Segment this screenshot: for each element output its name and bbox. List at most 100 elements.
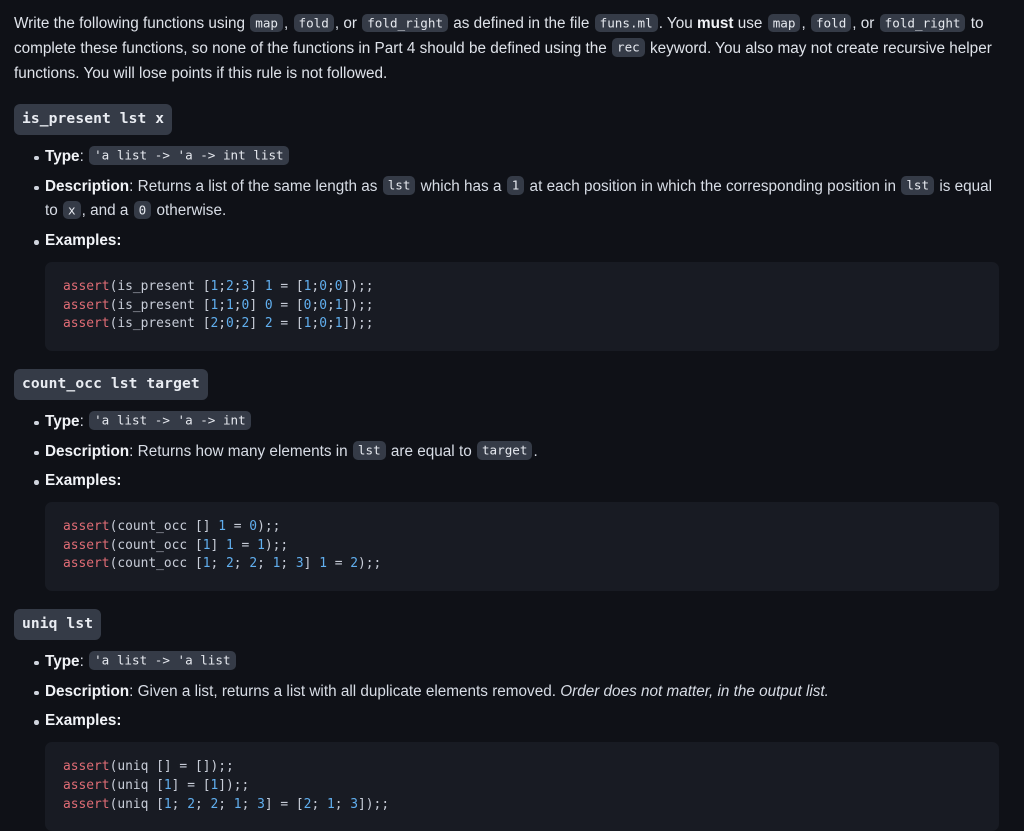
- code-token-pl: ;: [233, 556, 250, 572]
- code-token-num: 2: [350, 556, 359, 572]
- code-token-pl: ]);;: [342, 279, 374, 294]
- inline-code-chip: fold_right: [879, 13, 966, 32]
- code-token-pl: ;: [171, 796, 188, 812]
- code-token-fn: assert: [63, 316, 110, 332]
- code-token-pl: ] = [: [264, 796, 304, 812]
- code-token-fn: assert: [63, 537, 110, 553]
- code-token-pl: (is_present [: [109, 316, 211, 332]
- type-signature-chip: 'a list -> 'a -> int: [89, 411, 251, 430]
- code-token-pl: ;: [233, 297, 242, 313]
- code-token-fn: assert: [63, 279, 110, 294]
- code-line: assert(uniq [] = []);;: [63, 758, 981, 777]
- code-token-pl: (uniq [] = []);;: [109, 759, 234, 775]
- code-token-pl: ;: [334, 796, 351, 812]
- code-token-num: 2: [264, 316, 273, 332]
- code-token-fn: assert: [63, 759, 110, 775]
- code-token-pl: );;: [358, 556, 382, 572]
- code-token-pl: ;: [194, 796, 211, 812]
- code-token-pl: ;: [218, 796, 234, 812]
- function-spec: uniq lst Type: 'a list -> 'a list Descript…: [14, 609, 1008, 831]
- code-token-pl: ;: [257, 556, 273, 572]
- type-signature-chip: 'a list -> 'a -> int list: [89, 146, 289, 165]
- examples-label: Examples:: [45, 472, 122, 490]
- function-signature-chip: is_present lst x: [14, 104, 173, 135]
- code-line: assert(is_present [1;2;3] 1 = [1;0;0]);;: [63, 278, 981, 297]
- code-token-pl: ]: [210, 537, 227, 553]
- code-token-fn: assert: [63, 777, 110, 793]
- inline-code-chip: map: [767, 13, 801, 32]
- code-token-num: 1: [226, 537, 234, 553]
- code-token-num: 3: [257, 796, 265, 812]
- text-run: . You: [658, 15, 697, 32]
- examples-label: Examples:: [45, 712, 122, 730]
- inline-code-chip: lst: [352, 441, 386, 460]
- code-token-pl: ]);;: [218, 777, 250, 793]
- code-token-pl: (is_present [: [109, 297, 211, 313]
- code-token-pl: );;: [264, 537, 289, 553]
- text-run: are equal to: [386, 442, 476, 460]
- function-signature-header: count_occ lst target: [14, 369, 1008, 400]
- code-token-num: 1: [163, 777, 172, 793]
- function-signature-chip: uniq lst: [14, 609, 102, 640]
- code-line: assert(count_occ [1; 2; 2; 1; 3] 1 = 2);…: [63, 555, 981, 574]
- function-spec-list: is_present lst x Type: 'a list -> 'a -> i…: [14, 104, 1008, 831]
- inline-code-chip: lst: [382, 176, 416, 195]
- code-token-num: 0: [319, 297, 327, 313]
- function-signature-header: uniq lst: [14, 609, 1008, 640]
- inline-code-chip: rec: [611, 38, 645, 57]
- spec-label: Description: [45, 682, 130, 700]
- code-token-pl: ]);;: [358, 796, 390, 812]
- code-token-num: 1: [233, 796, 242, 812]
- code-token-pl: (is_present [: [109, 279, 211, 294]
- code-token-pl: ;: [311, 796, 327, 812]
- examples-label: Examples:: [45, 232, 122, 250]
- code-token-num: 2: [249, 556, 258, 572]
- intro-paragraph: Write the following functions using map,…: [14, 12, 1008, 86]
- code-token-pl: (uniq [: [109, 777, 164, 793]
- type-label: Type: [45, 147, 80, 165]
- emphasis-text: must: [696, 15, 734, 32]
- text-run: : Given a list, returns a list with all …: [129, 682, 561, 700]
- code-token-pl: ;: [326, 279, 335, 294]
- text-run: , and a: [81, 202, 133, 220]
- type-label: Type: [45, 412, 80, 430]
- code-line: assert(is_present [1;1;0] 0 = [0;0;1]);;: [63, 297, 981, 316]
- text-run: .: [533, 442, 538, 460]
- inline-code-chip: 0: [133, 200, 152, 220]
- code-token-pl: ]: [303, 556, 320, 572]
- code-token-num: 2: [187, 796, 195, 812]
- function-signature-chip: count_occ lst target: [14, 369, 208, 400]
- code-line: assert(is_present [2;0;2] 2 = [1;0;1]);;: [63, 315, 981, 334]
- code-token-num: 1: [264, 279, 273, 294]
- spec-description-item: Description: Given a list, returns a lis…: [14, 680, 1007, 705]
- spec-type-item: Type: 'a list -> 'a list: [14, 650, 1007, 675]
- code-line: assert(count_occ [] 1 = 0);;: [63, 518, 981, 537]
- code-token-fn: assert: [63, 297, 110, 313]
- code-token-fn: assert: [63, 556, 110, 572]
- spec-description-item: Description: Returns a list of the same …: [14, 175, 1007, 225]
- code-token-pl: =: [226, 519, 250, 535]
- example-code-block: assert(count_occ [] 1 = 0);; assert(count…: [45, 502, 999, 592]
- code-token-num: 1: [319, 556, 327, 572]
- code-token-num: 0: [249, 519, 258, 535]
- code-token-pl: (count_occ []: [109, 519, 219, 535]
- code-token-num: 2: [226, 279, 234, 294]
- code-token-pl: = [: [272, 297, 304, 313]
- inline-code-chip: funs.ml: [594, 13, 658, 32]
- spec-label: Description: [45, 177, 130, 195]
- spec-bullets: Type: 'a list -> 'a -> int Description: R…: [14, 410, 1008, 494]
- spec-label: Description: [45, 442, 130, 460]
- inline-code-chip: x: [63, 200, 81, 220]
- spec-examples-item: Examples:: [14, 709, 1007, 734]
- spec-type-item: Type: 'a list -> 'a -> int list: [14, 145, 1007, 170]
- text-run: use: [733, 15, 767, 32]
- example-code-block: assert(is_present [1;2;3] 1 = [1;0;0]);;…: [45, 262, 999, 352]
- code-token-num: 1: [163, 796, 172, 812]
- code-token-num: 1: [257, 537, 265, 553]
- example-code-block: assert(uniq [] = []);; assert(uniq [1] = …: [45, 742, 999, 831]
- code-token-num: 1: [226, 297, 234, 313]
- code-line: assert(count_occ [1] 1 = 1);;: [63, 537, 981, 556]
- code-token-pl: (uniq [: [109, 796, 164, 812]
- code-token-num: 0: [319, 316, 327, 332]
- code-line: assert(uniq [1] = [1]);;: [63, 777, 981, 796]
